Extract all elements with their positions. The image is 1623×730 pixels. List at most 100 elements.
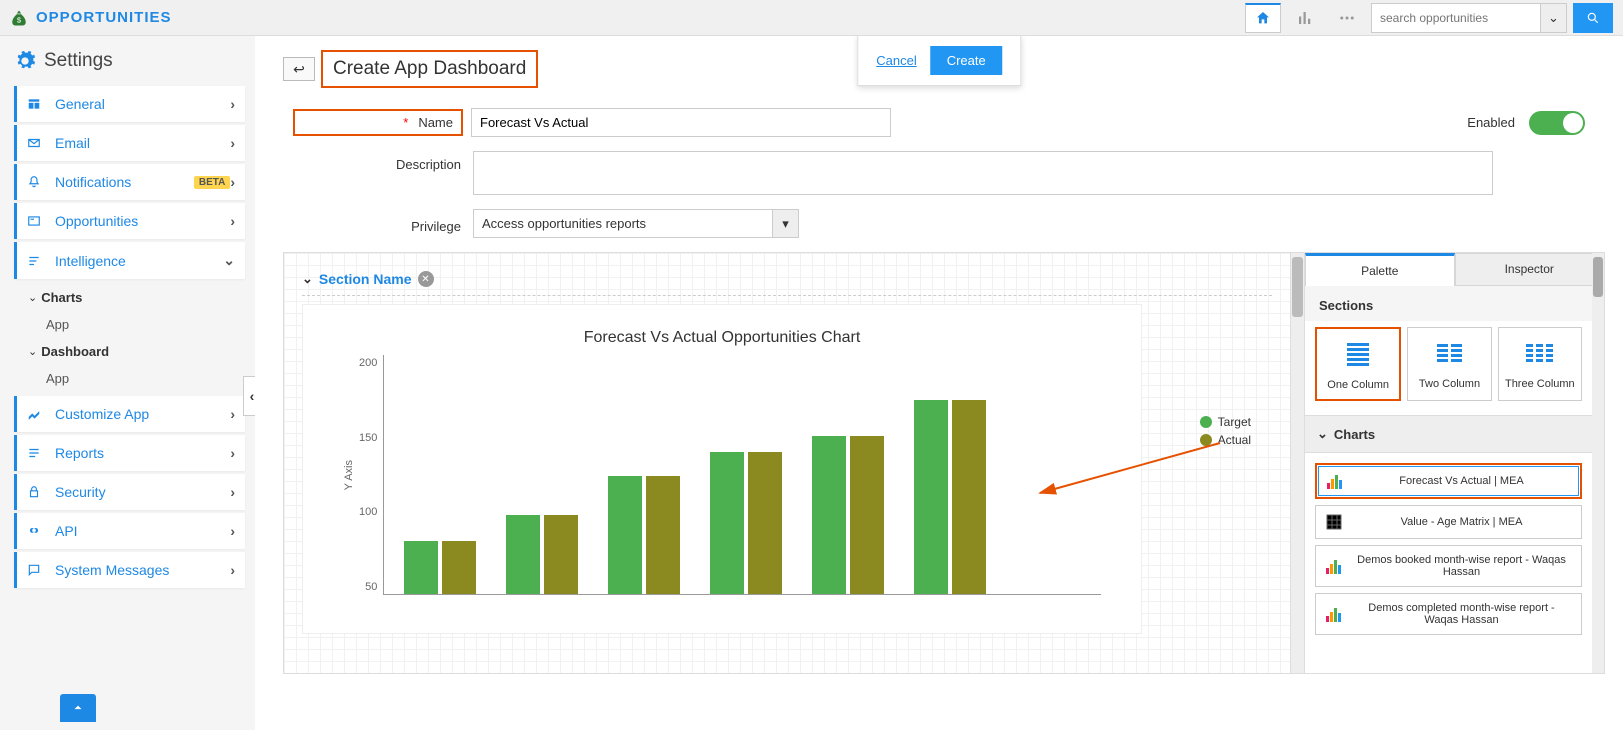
search-dropdown[interactable]: ⌄ bbox=[1541, 3, 1567, 33]
bar-group bbox=[812, 436, 884, 594]
bar bbox=[914, 400, 948, 594]
legend-dot-target bbox=[1200, 416, 1212, 428]
chevron-right-icon: › bbox=[230, 174, 235, 190]
sidebar-item-customize[interactable]: Customize App › bbox=[14, 396, 245, 432]
ellipsis-icon bbox=[1338, 9, 1356, 27]
sidebar-item-email[interactable]: Email › bbox=[14, 125, 245, 161]
chevron-right-icon: › bbox=[230, 562, 235, 578]
sections-heading: Sections bbox=[1305, 286, 1592, 321]
description-label: Description bbox=[293, 151, 473, 172]
layout-icon bbox=[27, 97, 45, 111]
dashboard-canvas[interactable]: ⌄ Section Name ✕ Forecast Vs Actual Oppo… bbox=[284, 253, 1290, 673]
bar-group bbox=[710, 452, 782, 594]
action-panel: Cancel Create bbox=[857, 36, 1021, 86]
section-collapse-button[interactable]: ⌄ bbox=[302, 271, 313, 287]
tab-palette[interactable]: Palette bbox=[1305, 253, 1455, 286]
section-two-column[interactable]: Two Column bbox=[1407, 327, 1491, 401]
plug-icon bbox=[27, 524, 45, 538]
chevron-right-icon: › bbox=[230, 523, 235, 539]
grid-icon bbox=[1326, 514, 1342, 530]
enabled-toggle[interactable] bbox=[1529, 111, 1585, 135]
subnav-charts-app[interactable]: App bbox=[24, 311, 245, 338]
sidebar-item-reports[interactable]: Reports › bbox=[14, 435, 245, 471]
sidebar-item-intelligence[interactable]: Intelligence ⌄ bbox=[14, 242, 245, 279]
bar bbox=[748, 452, 782, 594]
cancel-link[interactable]: Cancel bbox=[876, 53, 916, 68]
bar bbox=[646, 476, 680, 594]
section-remove-button[interactable]: ✕ bbox=[418, 271, 434, 287]
privilege-dropdown-button[interactable]: ▾ bbox=[773, 209, 799, 238]
canvas-scrollbar[interactable] bbox=[1290, 253, 1304, 673]
bar bbox=[952, 400, 986, 594]
sidebar-item-opportunities[interactable]: Opportunities › bbox=[14, 203, 245, 239]
bar bbox=[544, 515, 578, 594]
envelope-icon bbox=[27, 136, 45, 150]
analytics-button[interactable] bbox=[1287, 3, 1323, 33]
y-axis-label: Y Axis bbox=[343, 460, 355, 490]
subnav-charts[interactable]: ⌄ Charts bbox=[24, 284, 245, 311]
chevron-down-icon: ⌄ bbox=[223, 252, 235, 269]
chevron-right-icon: › bbox=[230, 135, 235, 151]
home-button[interactable] bbox=[1245, 3, 1281, 33]
chevron-right-icon: › bbox=[230, 445, 235, 461]
legend-dot-actual bbox=[1200, 434, 1212, 446]
top-bar: $ OPPORTUNITIES ⌄ bbox=[0, 0, 1623, 36]
caret-down-icon: ⌄ bbox=[28, 291, 37, 304]
page-title: Create App Dashboard bbox=[321, 50, 538, 88]
bar bbox=[850, 436, 884, 594]
description-input[interactable] bbox=[473, 151, 1493, 195]
chevron-right-icon: › bbox=[230, 213, 235, 229]
bar-chart-icon bbox=[1326, 558, 1342, 574]
search-button[interactable] bbox=[1573, 3, 1613, 33]
section-three-column[interactable]: Three Column bbox=[1498, 327, 1582, 401]
section-title[interactable]: Section Name bbox=[319, 271, 412, 287]
search-input[interactable] bbox=[1371, 3, 1541, 33]
sidebar-item-general[interactable]: General › bbox=[14, 86, 245, 122]
charts-heading-toggle[interactable]: ⌄ Charts bbox=[1305, 415, 1592, 453]
chevron-right-icon: › bbox=[230, 484, 235, 500]
sidebar-item-api[interactable]: API › bbox=[14, 513, 245, 549]
back-button[interactable]: ↩ bbox=[283, 57, 315, 81]
chart-item-forecast-vs-actual[interactable]: Forecast Vs Actual | MEA bbox=[1315, 463, 1582, 499]
name-input[interactable] bbox=[471, 108, 891, 137]
chart-item-demos-booked[interactable]: Demos booked month-wise report - Waqas H… bbox=[1315, 545, 1582, 587]
bar-chart-icon bbox=[1326, 606, 1342, 622]
chart-item-value-age-matrix[interactable]: Value - Age Matrix | MEA bbox=[1315, 505, 1582, 539]
palette-scrollbar[interactable] bbox=[1592, 253, 1604, 673]
chart-item-demos-completed[interactable]: Demos completed month-wise report - Waqa… bbox=[1315, 593, 1582, 635]
sidebar-item-notifications[interactable]: Notifications BETA › bbox=[14, 164, 245, 200]
chevron-right-icon: › bbox=[230, 406, 235, 422]
tools-icon bbox=[27, 407, 45, 421]
gear-icon bbox=[14, 50, 36, 72]
bar-chart-icon bbox=[1296, 9, 1314, 27]
bar bbox=[404, 541, 438, 594]
money-bag-icon: $ bbox=[10, 9, 28, 27]
list-icon bbox=[27, 254, 45, 268]
message-icon bbox=[27, 563, 45, 577]
chart-widget[interactable]: Forecast Vs Actual Opportunities Chart Y… bbox=[302, 304, 1142, 634]
report-icon bbox=[27, 446, 45, 460]
enabled-label: Enabled bbox=[1467, 115, 1515, 130]
tab-inspector[interactable]: Inspector bbox=[1455, 253, 1605, 286]
bar bbox=[710, 452, 744, 594]
bar-chart-icon bbox=[1327, 473, 1343, 489]
bar bbox=[506, 515, 540, 594]
section-one-column[interactable]: One Column bbox=[1315, 327, 1401, 401]
sidebar-item-system-messages[interactable]: System Messages › bbox=[14, 552, 245, 588]
more-button[interactable] bbox=[1329, 3, 1365, 33]
chevron-down-icon: ⌄ bbox=[1317, 426, 1328, 442]
chevron-right-icon: › bbox=[230, 96, 235, 112]
scroll-top-button[interactable] bbox=[60, 694, 96, 722]
app-title: OPPORTUNITIES bbox=[36, 9, 172, 26]
chevron-down-icon: ⌄ bbox=[1548, 10, 1559, 26]
search-icon bbox=[1586, 11, 1600, 25]
beta-badge: BETA bbox=[194, 176, 230, 189]
bell-icon bbox=[27, 175, 45, 189]
bar bbox=[608, 476, 642, 594]
sidebar-item-security[interactable]: Security › bbox=[14, 474, 245, 510]
subnav-dashboard-app[interactable]: App bbox=[24, 365, 245, 392]
privilege-select[interactable]: Access opportunities reports bbox=[473, 209, 773, 238]
subnav-dashboard[interactable]: ⌄ Dashboard bbox=[24, 338, 245, 365]
caret-down-icon: ⌄ bbox=[28, 345, 37, 358]
create-button[interactable]: Create bbox=[931, 46, 1002, 75]
